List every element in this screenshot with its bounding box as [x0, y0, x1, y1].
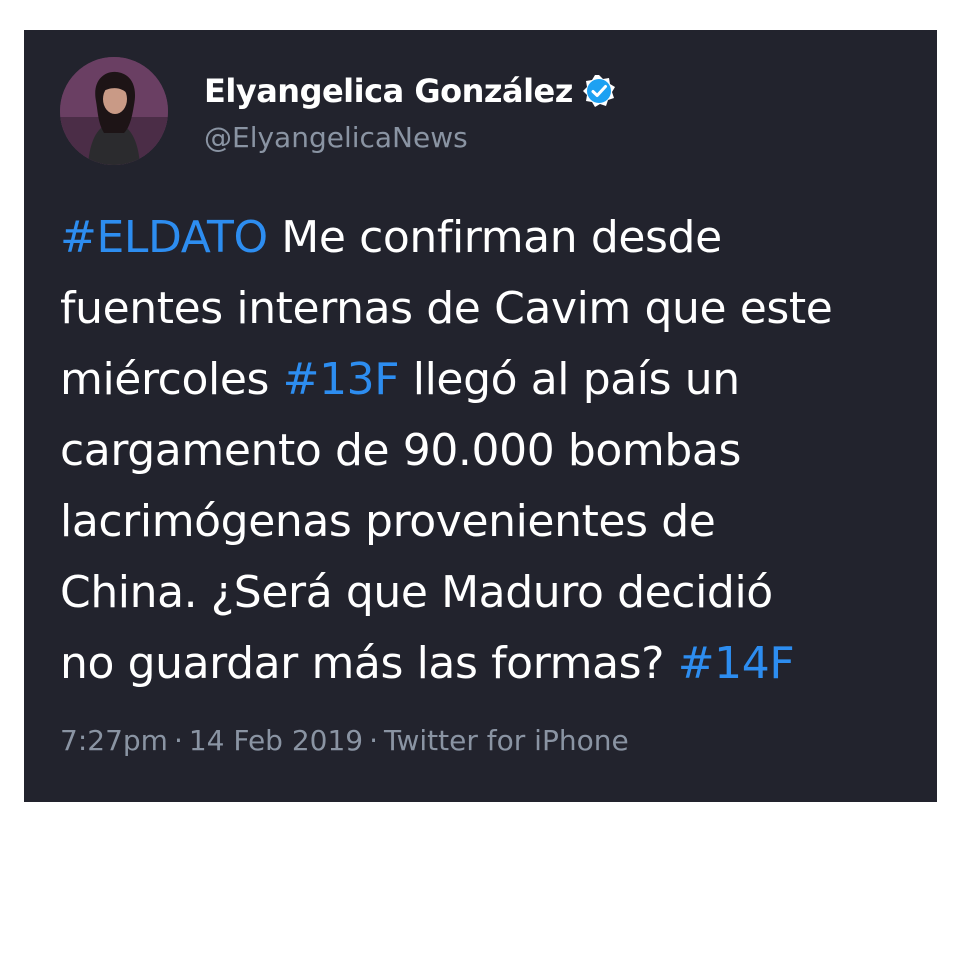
tweet-text-segment: fuentes internas de Cavim que este [60, 283, 833, 334]
tweet-card: Elyangelica González @ElyangelicaNews #E… [24, 30, 937, 802]
tweet-line-5: lacrimógenas provenientes de [60, 486, 930, 557]
tweet-line-3: miércoles #13F llegó al país un [60, 344, 930, 415]
tweet-text: #ELDATO Me confirman desde fuentes inter… [60, 202, 930, 699]
tweet-line-7: no guardar más las formas? #14F [60, 628, 930, 699]
hashtag-13f[interactable]: #13F [283, 354, 400, 405]
avatar[interactable] [60, 57, 168, 165]
tweet-line-2: fuentes internas de Cavim que este [60, 273, 930, 344]
tweet-date[interactable]: 14 Feb 2019 [189, 724, 363, 757]
hashtag-14f[interactable]: #14F [678, 638, 795, 689]
author-display-name[interactable]: Elyangelica González [204, 69, 617, 113]
author-handle[interactable]: @ElyangelicaNews [204, 121, 468, 154]
meta-separator: · [369, 724, 379, 757]
tweet-text-segment: no guardar más las formas? [60, 638, 678, 689]
tweet-text-segment: miércoles [60, 354, 283, 405]
tweet-line-4: cargamento de 90.000 bombas [60, 415, 930, 486]
tweet-text-segment: cargamento de 90.000 bombas [60, 425, 741, 476]
tweet-text-segment: China. ¿Será que Maduro decidió [60, 567, 773, 618]
meta-separator: · [173, 724, 183, 757]
tweet-text-segment: Me confirman desde [267, 212, 722, 263]
tweet-text-segment: lacrimógenas provenientes de [60, 496, 716, 547]
tweet-text-segment: llegó al país un [399, 354, 740, 405]
tweet-time[interactable]: 7:27pm [60, 724, 168, 757]
tweet-line-6: China. ¿Será que Maduro decidió [60, 557, 930, 628]
tweet-line-1: #ELDATO Me confirman desde [60, 202, 930, 273]
tweet-source[interactable]: Twitter for iPhone [384, 724, 629, 757]
verified-badge-icon [581, 73, 617, 109]
tweet-meta: 7:27pm · 14 Feb 2019 · Twitter for iPhone [60, 724, 629, 757]
author-name-text: Elyangelica González [204, 72, 573, 110]
hashtag-eldato[interactable]: #ELDATO [60, 212, 268, 263]
avatar-image [60, 57, 168, 165]
